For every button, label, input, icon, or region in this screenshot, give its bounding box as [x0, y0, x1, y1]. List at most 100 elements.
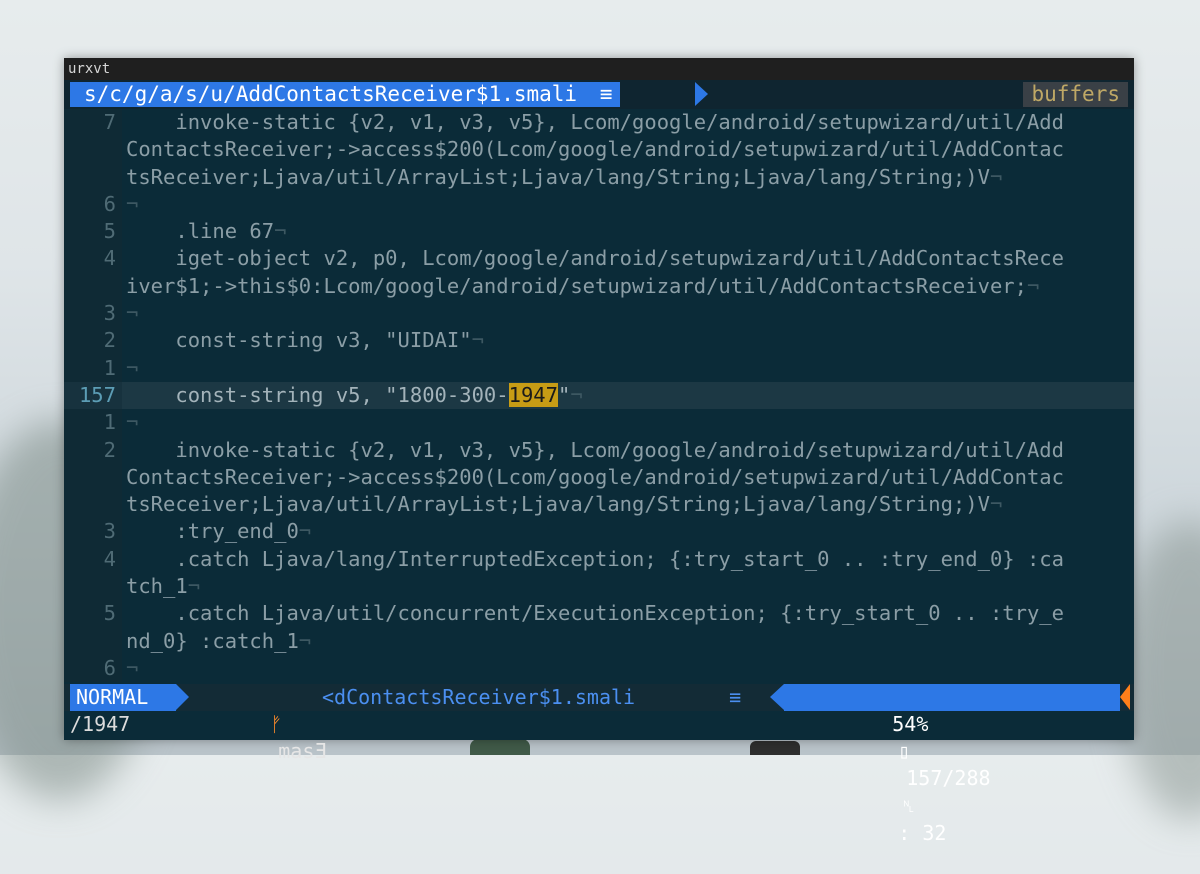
line-number [64, 272, 122, 301]
code-text: const-string v3, "UIDAI"¬ [122, 327, 484, 354]
code-line[interactable]: 7 invoke-static {v2, v1, v3, v5}, Lcom/g… [64, 109, 1134, 137]
line-number [64, 627, 122, 655]
line-number: 3 [64, 518, 122, 546]
code-line[interactable]: 1 ¬ [64, 409, 1134, 437]
column-position: : 32 [898, 821, 947, 845]
code-line[interactable]: 5 .catch Ljava/util/concurrent/Execution… [64, 600, 1134, 628]
line-number: 2 [64, 327, 122, 355]
code-line[interactable]: 3 :try_end_0¬ [64, 518, 1134, 546]
code-text: invoke-static {v2, v1, v3, v5}, Lcom/goo… [122, 109, 1064, 136]
line-number: 7 [64, 109, 122, 137]
eol-marker: ¬ [298, 519, 312, 544]
code-line[interactable]: 6 ¬ [64, 190, 1134, 219]
line-number [64, 163, 122, 191]
eol-marker: ¬ [126, 655, 139, 680]
line-number: 4 [64, 245, 122, 273]
command-line[interactable]: /1947 [70, 711, 130, 738]
code-line[interactable]: ContactsReceiver;->access$200(Lcom/googl… [64, 136, 1134, 164]
line-number [64, 573, 122, 601]
line-number: 4 [64, 545, 122, 574]
position-separator-arrow [770, 684, 784, 710]
active-buffer-name: s/c/g/a/s/u/AddContactsReceiver$1.smali [84, 82, 578, 106]
code-content: tsReceiver;Ljava/util/ArrayList;Ljava/la… [126, 492, 990, 517]
code-content: invoke-static {v2, v1, v3, v5}, Lcom/goo… [126, 110, 1064, 134]
line-number: 157 [64, 381, 122, 410]
code-text: ¬ [122, 300, 138, 327]
vim-tabline: s/c/g/a/s/u/AddContactsReceiver$1.smali … [64, 80, 1134, 109]
editor-buffer[interactable]: 7 invoke-static {v2, v1, v3, v5}, Lcom/g… [64, 109, 1134, 683]
line-number: 3 [64, 300, 122, 328]
code-text: .catch Ljava/util/concurrent/ExecutionEx… [122, 600, 1064, 627]
code-line[interactable]: nd_0} :catch_1¬ [64, 627, 1134, 655]
line-number-icon: ␤ [902, 797, 916, 816]
code-line[interactable]: tsReceiver;Ljava/util/ArrayList;Ljava/la… [64, 491, 1134, 519]
code-content: iver$1;->this$0:Lcom/google/android/setu… [126, 273, 1027, 298]
code-text: tsReceiver;Ljava/util/ArrayList;Ljava/la… [122, 491, 1002, 518]
code-content: .catch Ljava/lang/InterruptedException; … [126, 546, 1064, 571]
line-number: 1 [64, 409, 122, 437]
eol-marker: ¬ [989, 164, 1003, 189]
code-content: const-string v3, "UIDAI" [126, 328, 472, 353]
code-line[interactable]: ContactsReceiver;->access$200(Lcom/googl… [64, 463, 1134, 492]
line-position: 157/288 [906, 766, 991, 790]
eol-marker: ¬ [126, 301, 139, 326]
code-text: ContactsReceiver;->access$200(Lcom/googl… [122, 136, 1064, 163]
line-number: 1 [64, 354, 122, 382]
code-content: :try_end_0 [126, 519, 299, 544]
code-line[interactable]: 5 .line 67¬ [64, 218, 1134, 246]
code-text: ¬ [122, 409, 138, 436]
code-text: iver$1;->this$0:Lcom/google/android/setu… [122, 273, 1039, 300]
line-number: 5 [64, 600, 122, 628]
code-text: tsReceiver;Ljava/util/ArrayList;Ljava/la… [122, 164, 1002, 191]
code-content: tsReceiver;Ljava/util/ArrayList;Ljava/la… [126, 164, 990, 189]
code-content: tch_1 [126, 574, 188, 599]
code-text: :try_end_0¬ [122, 518, 311, 545]
eol-marker: ¬ [298, 628, 312, 653]
mode-indicator: NORMAL [70, 684, 176, 711]
vim-statusline: NORMAL ᚠ masƎ <dContactsReceiver$1.smali… [64, 684, 1134, 845]
active-buffer-tab[interactable]: s/c/g/a/s/u/AddContactsReceiver$1.smali … [70, 82, 621, 107]
code-line[interactable]: iver$1;->this$0:Lcom/google/android/setu… [64, 272, 1134, 301]
eol-marker: ¬ [126, 191, 139, 216]
code-text: ¬ [122, 191, 138, 218]
code-line[interactable]: tsReceiver;Ljava/util/ArrayList;Ljava/la… [64, 163, 1134, 191]
current-line[interactable]: 157 const-string v5, "1800-300-1947"¬ [64, 381, 1134, 410]
code-text: .catch Ljava/lang/InterruptedException; … [122, 546, 1064, 573]
eol-marker: ¬ [1026, 273, 1040, 298]
git-branch-name: masƎ [278, 739, 327, 763]
code-content: invoke-static {v2, v1, v3, v5}, Lcom/goo… [126, 437, 1064, 462]
buffers-tab[interactable]: buffers [1023, 82, 1128, 107]
code-text: const-string v5, "1800-300-1947"¬ [122, 382, 583, 409]
line-number [64, 491, 122, 519]
line-number: 6 [64, 190, 122, 219]
code-line[interactable]: 1 ¬ [64, 354, 1134, 382]
eol-marker: ¬ [126, 410, 139, 435]
search-match: 1947 [508, 382, 558, 407]
code-line[interactable]: 2 invoke-static {v2, v1, v3, v5}, Lcom/g… [64, 436, 1134, 464]
code-text: invoke-static {v2, v1, v3, v5}, Lcom/goo… [122, 437, 1064, 464]
code-line[interactable]: 3 ¬ [64, 300, 1134, 328]
end-separator-arrow [1120, 684, 1130, 710]
git-branch: ᚠ masƎ [198, 684, 326, 763]
code-content: const-string v5, "1800-300- [126, 382, 509, 407]
eol-marker: ¬ [274, 219, 287, 244]
code-content: ContactsReceiver;->access$200(Lcom/googl… [126, 464, 1064, 489]
code-text: tch_1¬ [122, 573, 200, 600]
window-title: urxvt [64, 58, 1134, 80]
code-text: .line 67¬ [122, 218, 286, 245]
scroll-icon: ▯ [898, 739, 911, 763]
code-line[interactable]: 2 const-string v3, "UIDAI"¬ [64, 327, 1134, 355]
file-lines-icon: ≡ [729, 685, 742, 709]
code-text: ContactsReceiver;->access$200(Lcom/googl… [122, 464, 1064, 491]
background-object [750, 741, 800, 755]
terminal-window[interactable]: urxvt s/c/g/a/s/u/AddContactsReceiver$1.… [64, 58, 1134, 845]
code-content: .line 67 [126, 219, 275, 244]
eol-marker: ¬ [570, 382, 583, 407]
code-line[interactable]: 6 ¬ [64, 654, 1134, 683]
code-content: ContactsReceiver;->access$200(Lcom/googl… [126, 137, 1064, 162]
code-line[interactable]: 4 .catch Ljava/lang/InterruptedException… [64, 545, 1134, 574]
code-content: iget-object v2, p0, Lcom/google/android/… [126, 246, 1064, 271]
status-filename: <dContactsReceiver$1.smali [322, 685, 636, 709]
code-line[interactable]: tch_1¬ [64, 573, 1134, 601]
code-line[interactable]: 4 iget-object v2, p0, Lcom/google/androi… [64, 245, 1134, 273]
